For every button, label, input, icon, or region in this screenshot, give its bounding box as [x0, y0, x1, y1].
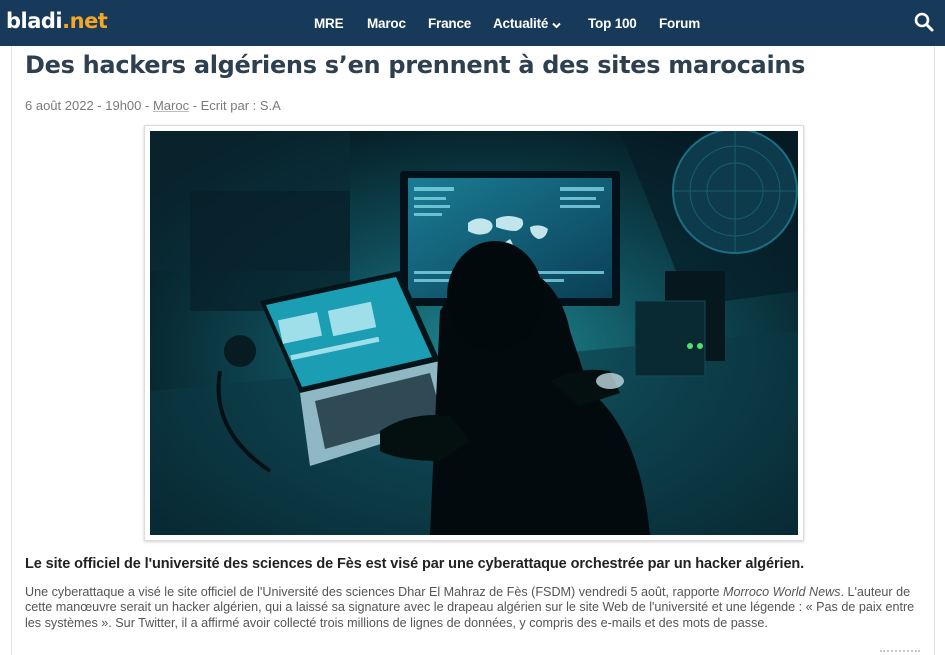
nav-link-france[interactable]: France	[428, 16, 471, 31]
nav-link-mre[interactable]: MRE	[314, 16, 344, 31]
search-button[interactable]	[913, 11, 935, 33]
nav-link-top100[interactable]: Top 100	[588, 16, 637, 31]
article-lead: Le site officiel de l'université des sci…	[25, 556, 805, 572]
nav-link-forum[interactable]: Forum	[659, 16, 700, 31]
logo-text-accent: .net	[62, 9, 108, 33]
author-prefix: - Ecrit par :	[189, 98, 260, 113]
article-title: Des hackers algériens s’en prennent à de…	[25, 51, 806, 79]
article-meta: 6 août 2022 - 19h00 - Maroc - Ecrit par …	[25, 98, 281, 113]
article-category-link[interactable]: Maroc	[153, 98, 189, 113]
article-author: S.A	[259, 98, 281, 113]
article-photo	[144, 125, 804, 541]
hacker-photo-illustration	[150, 131, 798, 535]
article-date: 6 août 2022 - 19h00	[25, 98, 142, 113]
nav-link-maroc[interactable]: Maroc	[367, 16, 406, 31]
site-logo[interactable]: bladi.net	[6, 9, 108, 33]
article-body: Une cyberattaque a visé le site officiel…	[25, 585, 925, 631]
chevron-down-icon	[552, 17, 561, 32]
search-icon	[914, 12, 934, 32]
scroll-indicator	[880, 650, 920, 655]
article-source: Morroco World News	[722, 585, 841, 599]
article-body-part1: Une cyberattaque a visé le site officiel…	[25, 585, 723, 599]
logo-text-main: bladi	[6, 9, 63, 33]
nav-link-actualite[interactable]: Actualité	[493, 16, 561, 32]
nav-link-actualite-label: Actualité	[493, 16, 549, 31]
top-navbar: bladi.net MRE Maroc France Actualité Top…	[0, 0, 945, 46]
meta-separator: -	[141, 98, 153, 113]
